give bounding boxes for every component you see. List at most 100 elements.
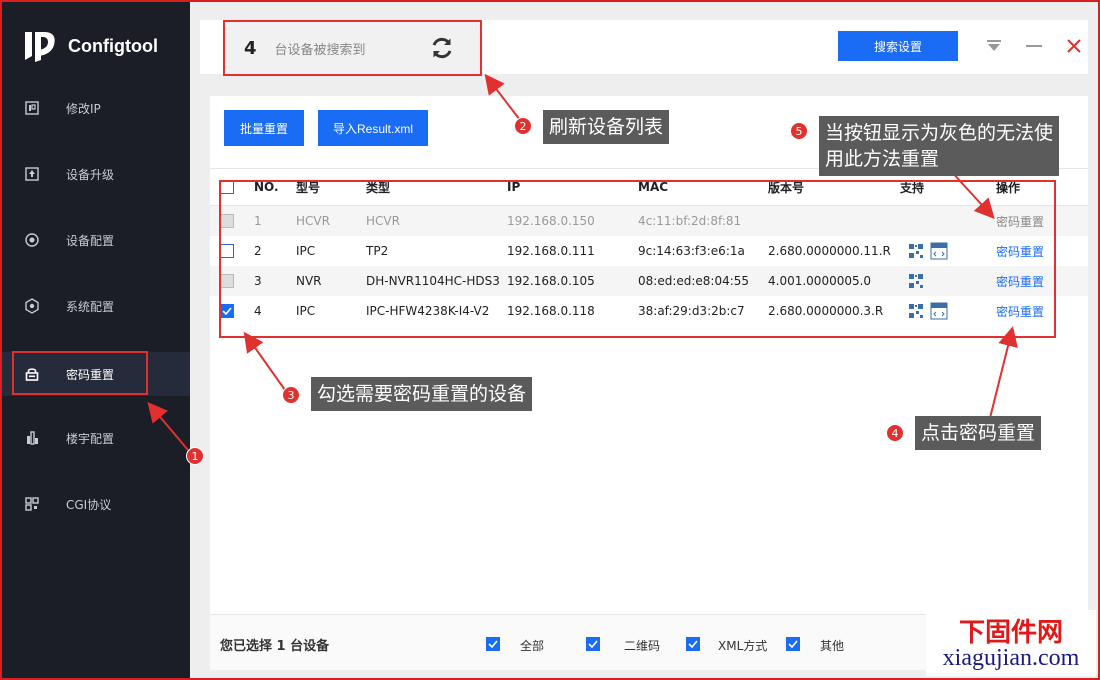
col-type: 类型 bbox=[366, 180, 391, 195]
app-logo: Configtool bbox=[22, 28, 158, 64]
selected-suffix: 台设备 bbox=[290, 639, 330, 654]
col-mac: MAC bbox=[638, 180, 669, 194]
sidebar-item-label: 设备配置 bbox=[66, 233, 115, 248]
password-reset-link: 密码重置 bbox=[996, 214, 1045, 229]
callout-click-reset: 点击密码重置 bbox=[915, 416, 1042, 450]
import-result-button[interactable]: 导入Result.xml bbox=[318, 110, 428, 146]
cell-mac: 38:af:29:d3:2b:c7 bbox=[638, 304, 745, 318]
table-row[interactable]: 1 HCVR HCVR 192.168.0.150 4c:11:bf:2d:8f… bbox=[210, 206, 1088, 236]
filter-other-checkbox[interactable] bbox=[786, 637, 800, 651]
lock-icon bbox=[24, 366, 40, 382]
xml-file-icon bbox=[930, 242, 948, 260]
sidebar-item-device-config[interactable]: 设备配置 bbox=[2, 218, 190, 262]
sidebar-item-building-config[interactable]: 楼宇配置 bbox=[2, 416, 190, 460]
sidebar-item-system-config[interactable]: 系统配置 bbox=[2, 284, 190, 328]
search-settings-button[interactable]: 搜索设置 bbox=[838, 31, 958, 61]
qrcode-icon bbox=[909, 304, 923, 318]
batch-reset-button[interactable]: 批量重置 bbox=[224, 110, 304, 146]
xml-file-icon bbox=[930, 302, 948, 320]
selected-summary: 您已选择 1 台设备 bbox=[220, 635, 329, 654]
filter-other-label: 其他 bbox=[820, 639, 845, 653]
filter-all-checkbox[interactable] bbox=[486, 637, 500, 651]
device-count: 4 bbox=[244, 37, 257, 59]
device-count-box: 4 台设备被搜索到 bbox=[224, 22, 480, 74]
cell-type: HCVR bbox=[366, 214, 400, 228]
cell-type: TP2 bbox=[366, 244, 389, 258]
cell-model: HCVR bbox=[296, 214, 330, 228]
table-row[interactable]: 3 NVR DH-NVR1104HC-HDS3 192.168.0.105 08… bbox=[210, 266, 1088, 296]
table-row[interactable]: 2 IPC TP2 192.168.0.111 9c:14:63:f3:e6:1… bbox=[210, 236, 1088, 266]
device-count-label: 台设备被搜索到 bbox=[274, 42, 366, 58]
cell-mac: 9c:14:63:f3:e6:1a bbox=[638, 244, 745, 258]
system-icon bbox=[24, 298, 40, 314]
selected-count: 1 bbox=[276, 639, 286, 654]
filter-xml-label: XML方式 bbox=[718, 639, 768, 653]
cell-no: 1 bbox=[254, 214, 262, 228]
sidebar-item-upgrade[interactable]: 设备升级 bbox=[2, 152, 190, 196]
cell-type: IPC-HFW4238K-I4-V2 bbox=[366, 304, 490, 318]
cell-model: IPC bbox=[296, 244, 316, 258]
cell-ip: 192.168.0.150 bbox=[507, 214, 595, 228]
filter-qrcode-checkbox[interactable] bbox=[586, 637, 600, 651]
building-icon bbox=[24, 430, 40, 446]
step-badge-5: 5 bbox=[790, 122, 808, 140]
sidebar-item-password-reset[interactable]: 密码重置 bbox=[2, 352, 190, 396]
sidebar-item-label: 系统配置 bbox=[66, 299, 115, 314]
cell-no: 4 bbox=[254, 304, 262, 318]
selected-prefix: 您已选择 bbox=[220, 639, 273, 654]
callout-select-device: 勾选需要密码重置的设备 bbox=[311, 377, 533, 411]
sidebar-item-label: 修改IP bbox=[66, 101, 101, 116]
cell-model: IPC bbox=[296, 304, 316, 318]
callout-gray-button: 当按钮显示为灰色的无法使 用此方法重置 bbox=[819, 116, 1060, 176]
password-reset-link[interactable]: 密码重置 bbox=[996, 266, 1044, 296]
cell-mac: 08:ed:ed:e8:04:55 bbox=[638, 274, 750, 288]
logo-mark-icon bbox=[25, 32, 55, 62]
qrcode-icon bbox=[909, 244, 923, 258]
sidebar: Configtool 修改IP 设备升级 设备配置 系统配置 密码重置 楼宇配置… bbox=[2, 2, 190, 678]
cgi-icon bbox=[24, 496, 40, 512]
table-row[interactable]: 4 IPC IPC-HFW4238K-I4-V2 192.168.0.118 3… bbox=[210, 296, 1088, 326]
cell-mac: 4c:11:bf:2d:8f:81 bbox=[638, 214, 742, 228]
sidebar-item-label: 设备升级 bbox=[66, 167, 115, 182]
col-ip: IP bbox=[507, 180, 521, 194]
refresh-icon[interactable] bbox=[429, 35, 455, 61]
ip-icon bbox=[24, 100, 40, 116]
row-checkbox[interactable] bbox=[220, 274, 234, 288]
app-name: Configtool bbox=[68, 35, 158, 56]
password-reset-link[interactable]: 密码重置 bbox=[996, 236, 1044, 266]
sidebar-item-modify-ip[interactable]: 修改IP bbox=[2, 86, 190, 130]
minimize-icon[interactable] bbox=[1024, 36, 1044, 56]
step-badge-1: 1 bbox=[186, 447, 204, 465]
sidebar-item-cgi[interactable]: CGI协议 bbox=[2, 482, 190, 526]
callout-refresh: 刷新设备列表 bbox=[543, 110, 670, 144]
qrcode-icon bbox=[909, 274, 923, 288]
step-badge-4: 4 bbox=[886, 424, 904, 442]
dropdown-icon[interactable] bbox=[984, 36, 1004, 56]
row-checkbox-checked[interactable] bbox=[220, 304, 234, 318]
select-all-checkbox[interactable] bbox=[220, 180, 234, 194]
close-icon[interactable] bbox=[1064, 36, 1084, 56]
config-icon bbox=[24, 232, 40, 248]
cell-ip: 192.168.0.105 bbox=[507, 274, 595, 288]
callout-line-1: 当按钮显示为灰色的无法使 bbox=[825, 122, 1054, 144]
cell-model: NVR bbox=[296, 274, 322, 288]
cell-version: 2.680.0000000.11.R bbox=[768, 244, 891, 258]
cell-type: DH-NVR1104HC-HDS3 bbox=[366, 274, 500, 288]
filter-all-label: 全部 bbox=[520, 639, 545, 653]
step-badge-3: 3 bbox=[282, 386, 300, 404]
cell-no: 2 bbox=[254, 244, 262, 258]
col-no: NO. bbox=[254, 180, 279, 194]
col-model: 型号 bbox=[296, 180, 321, 195]
row-checkbox[interactable] bbox=[220, 244, 234, 258]
cell-version: 2.680.0000000.3.R bbox=[768, 304, 884, 318]
upgrade-icon bbox=[24, 166, 40, 182]
cell-no: 3 bbox=[254, 274, 262, 288]
top-bar: 4 台设备被搜索到 搜索设置 bbox=[200, 20, 1088, 74]
main-area: 4 台设备被搜索到 搜索设置 批量重置 导入Result.xml NO. 型号 … bbox=[190, 2, 1098, 678]
cell-ip: 192.168.0.118 bbox=[507, 304, 595, 318]
row-checkbox bbox=[220, 214, 234, 228]
password-reset-link[interactable]: 密码重置 bbox=[996, 296, 1044, 326]
filter-xml-checkbox[interactable] bbox=[686, 637, 700, 651]
cell-version: 4.001.0000005.0 bbox=[768, 274, 872, 288]
sidebar-item-label: 密码重置 bbox=[66, 367, 115, 382]
